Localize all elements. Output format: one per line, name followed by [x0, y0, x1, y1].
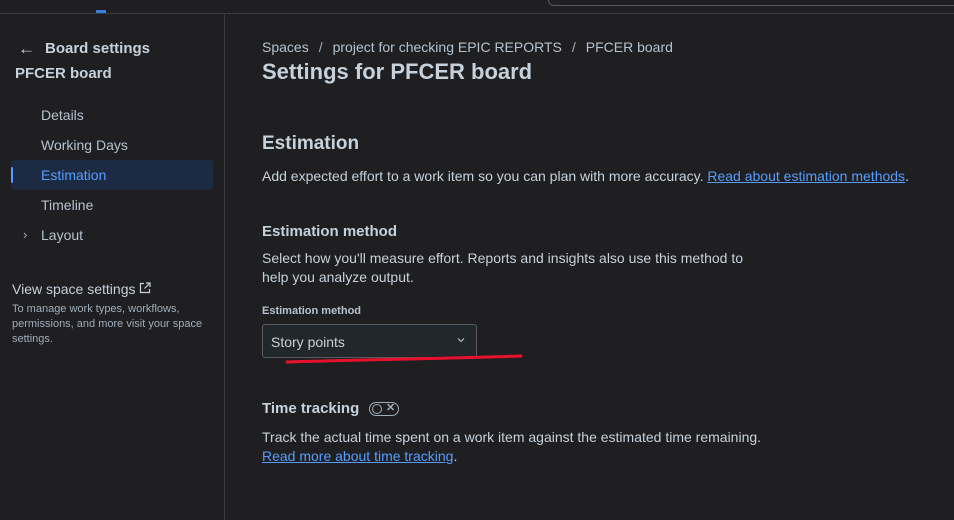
chevron-right-icon: ›: [23, 227, 28, 242]
arrow-left-icon: ←: [18, 39, 35, 58]
breadcrumb-spaces[interactable]: Spaces: [262, 39, 309, 55]
time-tracking-link[interactable]: Read more about time tracking: [262, 448, 453, 464]
close-icon: ✕: [386, 401, 396, 414]
main-content: Spaces / project for checking EPIC REPOR…: [225, 14, 954, 520]
sidebar-item-label: Estimation: [41, 167, 107, 183]
breadcrumb: Spaces / project for checking EPIC REPOR…: [262, 39, 673, 55]
estimation-title: Estimation: [262, 133, 360, 154]
sidebar-item-label: Working Days: [41, 137, 128, 153]
estimation-method-select[interactable]: Story points: [262, 324, 477, 358]
sidebar-item-timeline[interactable]: Timeline: [11, 190, 213, 220]
chevron-down-icon: [456, 334, 466, 348]
estimation-method-description: Select how you'll measure effort. Report…: [262, 250, 744, 285]
toggle-knob: [372, 403, 383, 414]
estimation-method-heading: Estimation method: [262, 223, 398, 240]
breadcrumb-project[interactable]: project for checking EPIC REPORTS: [333, 39, 562, 55]
red-annotation-underline: [285, 354, 523, 364]
sidebar-title: Board settings: [45, 40, 151, 57]
board-name: PFCER board: [15, 65, 112, 82]
settings-nav: Details Working Days Estimation Timeline…: [11, 100, 213, 250]
external-link-icon: [139, 281, 152, 297]
time-tracking-description: Track the actual time spent on a work it…: [262, 429, 762, 464]
estimation-methods-link[interactable]: Read about estimation methods: [707, 168, 905, 184]
sidebar-item-label: Layout: [41, 227, 84, 243]
view-space-settings-link[interactable]: View space settings: [12, 281, 152, 297]
sidebar-item-label: Details: [41, 107, 84, 123]
time-tracking-header: Time tracking ✕: [262, 400, 400, 417]
app-switcher-indicator: [96, 10, 106, 13]
sidebar-item-label: Timeline: [41, 197, 94, 213]
time-tracking-description-text: Track the actual time spent on a work it…: [262, 429, 762, 445]
time-tracking-toggle[interactable]: ✕: [369, 401, 400, 416]
estimation-method-value: Story points: [271, 334, 345, 350]
breadcrumb-board[interactable]: PFCER board: [586, 39, 673, 55]
page-title: Settings for PFCER board: [262, 59, 533, 84]
sidebar-item-details[interactable]: Details: [11, 100, 213, 130]
sidebar-item-estimation[interactable]: Estimation: [11, 160, 213, 190]
breadcrumb-separator: /: [571, 39, 576, 55]
sidebar: ← Board settings PFCER board Details Wor…: [0, 14, 225, 520]
estimation-method-label: Estimation method: [262, 305, 362, 317]
back-button[interactable]: ← Board settings: [18, 40, 150, 57]
sidebar-item-working-days[interactable]: Working Days: [11, 130, 213, 160]
estimation-description: Add expected effort to a work item so yo…: [262, 168, 909, 184]
view-space-settings-label: View space settings: [12, 281, 136, 297]
search-input[interactable]: [548, 0, 954, 6]
estimation-description-text: Add expected effort to a work item so yo…: [262, 168, 704, 184]
sidebar-item-layout[interactable]: › Layout: [11, 220, 213, 250]
view-space-help-text: To manage work types, workflows, permiss…: [12, 303, 203, 345]
time-tracking-title: Time tracking: [262, 400, 360, 417]
breadcrumb-separator: /: [318, 39, 323, 55]
top-bar: [0, 0, 954, 14]
